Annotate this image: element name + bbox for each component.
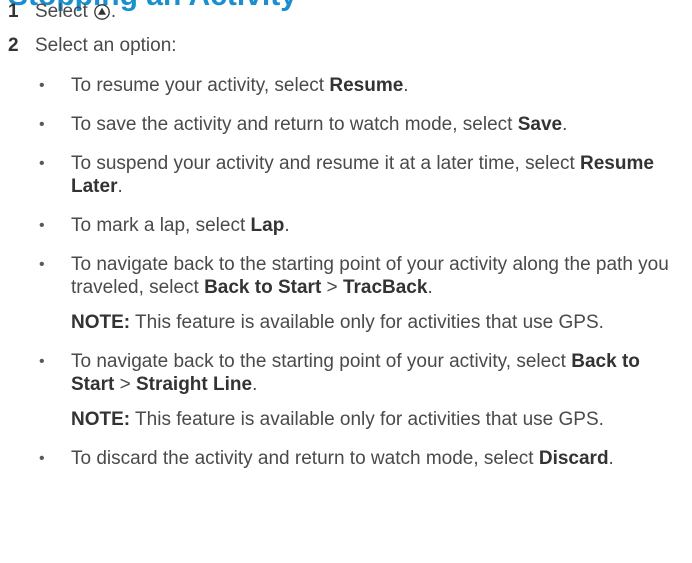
list-item: • To suspend your activity and resume it… [39,152,679,198]
option-suffix: . [608,448,614,469]
option-keyword: Lap [250,215,285,236]
option-text: To suspend your activity and resume it a… [71,153,581,174]
list-item: • To discard the activity and return to … [39,447,679,470]
option-suffix: . [284,215,290,236]
option-suffix: . [117,176,123,197]
option-separator: > [114,374,136,395]
list-item: • To mark a lap, select Lap. [39,214,679,237]
list-item: • To navigate back to the starting point… [39,253,679,334]
step-suffix: . [110,1,117,22]
note-label: NOTE: [71,409,131,430]
option-text: To save the activity and return to watch… [71,114,518,135]
option-text: To resume your activity, select [71,75,330,96]
bullet: • [39,353,45,370]
step-text: Select [35,1,88,22]
option-list: • To resume your activity, select Resume… [39,74,679,486]
step-1: 1 Select . [8,0,116,24]
bullet: • [39,77,45,94]
option-keyword: TracBack [342,277,428,298]
option-text: To navigate back to the starting point o… [71,351,572,372]
option-separator: > [321,277,343,298]
step-2: 2 Select an option: [8,34,177,58]
option-text: To discard the activity and return to wa… [71,448,539,469]
option-keyword: Save [517,114,563,135]
option-suffix: . [562,114,568,135]
step-number: 1 [8,1,19,22]
list-item: • To save the activity and return to wat… [39,113,679,136]
note: NOTE: This feature is available only for… [71,408,679,431]
step-number: 2 [8,35,19,56]
note: NOTE: This feature is available only for… [71,311,679,334]
list-item: • To resume your activity, select Resume… [39,74,679,97]
note-text: This feature is available only for activ… [130,409,604,430]
option-suffix: . [252,374,258,395]
option-keyword: Discard [538,448,609,469]
up-triangle-button-icon [93,4,110,20]
bullet: • [39,155,45,172]
bullet: • [39,256,45,273]
bullet: • [39,217,45,234]
option-suffix: . [403,75,409,96]
option-keyword: Back to Start [204,277,322,298]
list-item: • To navigate back to the starting point… [39,350,679,431]
note-label: NOTE: [71,312,131,333]
bullet: • [39,116,45,133]
option-text: To mark a lap, select [71,215,251,236]
document-page: Stopping an Activity 1 Select . 2 Select… [0,0,692,563]
step-text: Select an option: [35,35,177,56]
option-suffix: . [427,277,433,298]
option-keyword: Straight Line [135,374,253,395]
bullet: • [39,450,45,467]
option-keyword: Resume [329,75,404,96]
note-text: This feature is available only for activ… [130,312,604,333]
